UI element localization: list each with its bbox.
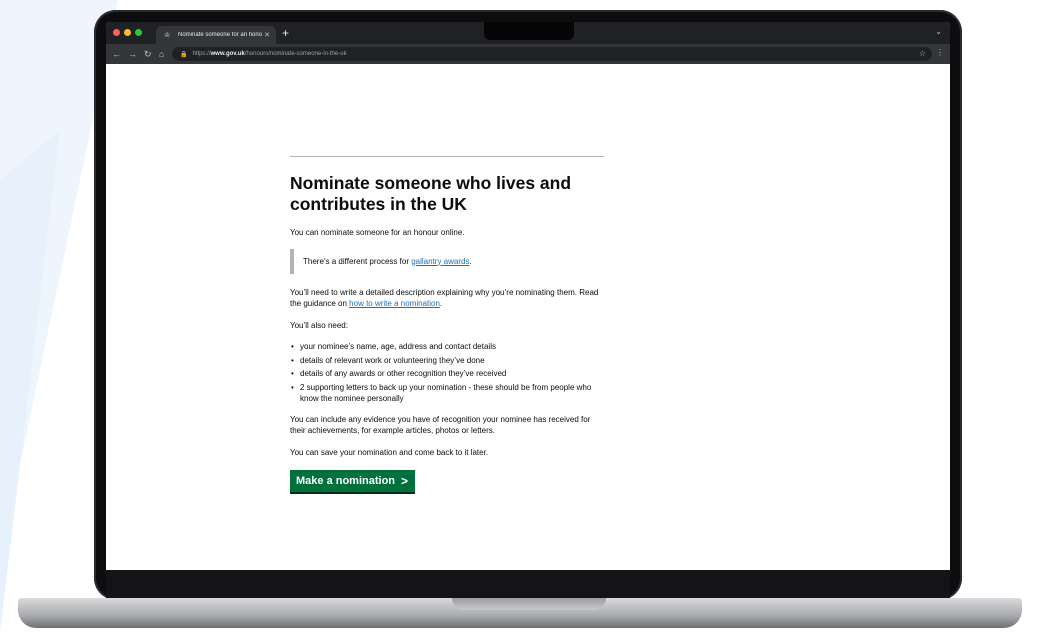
crown-icon: ♔: [164, 32, 171, 39]
browser-toolbar: ← → ↻ ⌂ 🔒 https://www.gov.uk/honours/nom…: [106, 44, 950, 64]
main-content: Nominate someone who lives and contribut…: [290, 156, 604, 492]
list-item: details of relevant work or volunteering…: [290, 355, 604, 367]
how-to-write-nomination-link[interactable]: how to write a nomination: [349, 299, 440, 308]
maximize-window-button[interactable]: [135, 29, 142, 36]
start-button-label: Make a nomination: [296, 475, 396, 487]
back-icon[interactable]: ←: [112, 47, 121, 61]
make-nomination-button[interactable]: Make a nomination >: [290, 470, 416, 492]
list-item: 2 supporting letters to back up your nom…: [290, 382, 604, 405]
more-menu-icon[interactable]: ⋮: [936, 48, 944, 57]
camera-notch: [484, 22, 574, 40]
tab-title: Nominate someone for an hono: [178, 32, 262, 38]
description-suffix: .: [439, 299, 443, 308]
close-tab-icon[interactable]: ✕: [262, 31, 272, 39]
inset-prefix: There’s a different process for: [303, 256, 412, 266]
page-title: Nominate someone who lives and contribut…: [290, 173, 572, 214]
chevron-down-icon[interactable]: ⌄: [935, 27, 942, 36]
intro-text: You can nominate someone for an honour o…: [290, 228, 465, 237]
evidence-text: You can include any evidence you have of…: [290, 414, 591, 436]
inset-suffix: .: [469, 256, 472, 266]
inset-text: There’s a different process for gallantr…: [290, 248, 604, 274]
lock-icon: 🔒: [180, 51, 188, 58]
forward-icon[interactable]: →: [128, 47, 137, 61]
description-text: You’ll need to write a detailed descript…: [290, 287, 604, 310]
bookmark-star-icon[interactable]: ☆: [919, 47, 926, 61]
home-icon[interactable]: ⌂: [159, 47, 164, 61]
also-need-text: You’ll also need:: [290, 320, 348, 330]
requirements-list: your nominee’s name, age, address and co…: [290, 341, 604, 405]
browser-tab[interactable]: ♔ Nominate someone for an hono ✕: [156, 26, 276, 44]
url-scheme: https://: [192, 51, 211, 57]
list-item: your nominee’s name, age, address and co…: [290, 341, 604, 353]
list-item: details of any awards or other recogniti…: [290, 368, 604, 380]
description-prefix: You’ll need to write a detailed descript…: [290, 287, 599, 309]
bottom-bezel: [106, 570, 950, 598]
address-bar[interactable]: 🔒 https://www.gov.uk/honours/nominate-so…: [172, 47, 932, 61]
minimize-window-button[interactable]: [124, 29, 131, 36]
url-path: /honours/nominate-someone-in-the-uk: [244, 51, 347, 57]
section-divider: [290, 156, 604, 157]
save-text: You can save your nomination and come ba…: [290, 447, 489, 457]
chevron-right-icon: >: [401, 474, 409, 488]
laptop-base-notch: [452, 598, 606, 610]
url-host: www.gov.uk: [210, 51, 245, 57]
browser-window: ♔ Nominate someone for an hono ✕ + ⌄ ← →…: [106, 22, 950, 570]
new-tab-icon[interactable]: +: [282, 26, 289, 40]
reload-icon[interactable]: ↻: [144, 47, 152, 61]
gallantry-awards-link[interactable]: gallantry awards: [411, 257, 469, 266]
close-window-button[interactable]: [113, 29, 120, 36]
